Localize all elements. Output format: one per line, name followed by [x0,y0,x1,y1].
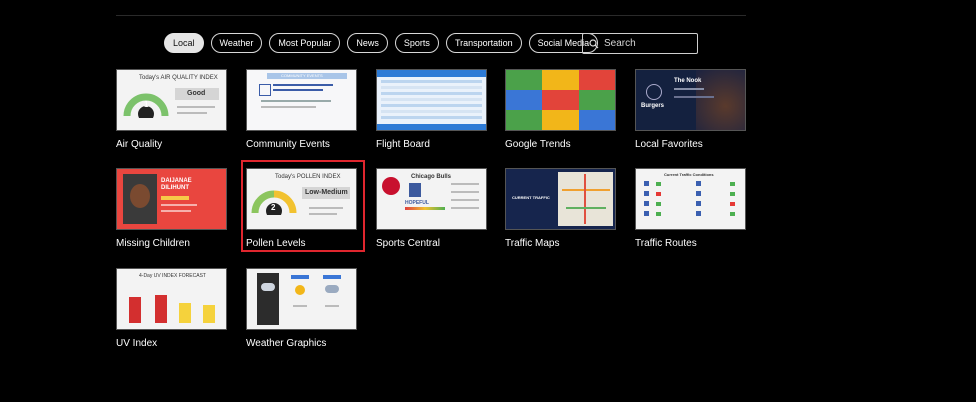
thumbnail-missing-children: DAIJANAE DILIHUNT [116,168,227,230]
filter-most-popular[interactable]: Most Popular [269,33,341,53]
tile-label: Pollen Levels [246,238,306,249]
search-input[interactable] [604,38,692,49]
filter-local[interactable]: Local [164,33,204,53]
tile-label: Traffic Maps [505,238,560,249]
pollen-status: Low-Medium [305,189,348,196]
tile-label: Local Favorites [635,139,703,150]
tile-label: Sports Central [376,238,440,249]
thumbnail-google-trends [505,69,616,131]
thumbnail-sports-central: Chicago Bulls HOPEFUL [376,168,487,230]
search-box[interactable] [582,33,698,54]
thumb-name: DAIJANAE DILIHUNT [161,178,192,191]
thumb-heading: Today's AIR QUALITY INDEX [139,75,218,81]
tile-label: Weather Graphics [246,338,327,349]
thumbnail-local-favorites: Burgers The Nook [635,69,746,131]
thumb-sub: HOPEFUL [405,200,429,206]
tile-traffic-routes[interactable]: Current Traffic Conditions Traffic Route… [635,168,746,249]
thumbnail-community-events: COMMUNITY EVENTS [246,69,357,131]
pollen-value: 2 [271,203,276,212]
tile-label: UV Index [116,338,158,349]
thumbnail-pollen-levels: Today's POLLEN INDEX 2 Low-Medium [246,168,357,230]
tile-label: Air Quality [116,139,163,150]
tile-local-favorites[interactable]: Burgers The Nook Local Favorites [635,69,746,150]
thumb-heading: The Nook [674,78,702,84]
tile-label: Traffic Routes [635,238,697,249]
tile-flight-board[interactable]: Flight Board [376,69,487,150]
tile-label: Missing Children [116,238,190,249]
tile-label: Google Trends [505,139,571,150]
tile-traffic-maps[interactable]: CURRENT TRAFFIC Traffic Maps [505,168,616,249]
filter-weather[interactable]: Weather [210,33,263,53]
tile-label: Community Events [246,139,330,150]
category-filters: Local Weather Most Popular News Sports T… [164,33,605,53]
thumbnail-flight-board [376,69,487,131]
thumbnail-traffic-routes: Current Traffic Conditions [635,168,746,230]
top-divider [116,15,746,16]
thumbnail-air-quality: Today's AIR QUALITY INDEX 1 Good [116,69,227,131]
thumb-heading: Chicago Bulls [411,174,452,180]
tile-community-events[interactable]: COMMUNITY EVENTS Community Events [246,69,357,150]
thumb-heading: COMMUNITY EVENTS [281,73,323,78]
thumb-heading: Today's POLLEN INDEX [275,174,341,180]
tile-uv-index[interactable]: 4-Day UV INDEX FORECAST UV Index [116,268,227,349]
search-icon [589,38,599,48]
aqi-status: Good [187,90,206,97]
thumb-heading: Current Traffic Conditions [664,172,714,177]
tile-label: Flight Board [376,139,430,150]
tile-pollen-levels[interactable]: Today's POLLEN INDEX 2 Low-Medium Pollen… [246,168,357,249]
tile-missing-children[interactable]: DAIJANAE DILIHUNT Missing Children [116,168,227,249]
aqi-value: 1 [144,100,149,109]
thumbnail-traffic-maps: CURRENT TRAFFIC [505,168,616,230]
thumb-heading: 4-Day UV INDEX FORECAST [139,273,206,279]
filter-news[interactable]: News [347,33,388,53]
thumbnail-weather-graphics [246,268,357,330]
thumb-sub: Burgers [641,103,665,109]
tile-google-trends[interactable]: Google Trends [505,69,616,150]
thumb-heading: CURRENT TRAFFIC [512,195,550,200]
filter-transportation[interactable]: Transportation [445,33,522,53]
tile-weather-graphics[interactable]: Weather Graphics [246,268,357,349]
tile-sports-central[interactable]: Chicago Bulls HOPEFUL Sports Central [376,168,487,249]
filter-sports[interactable]: Sports [394,33,439,53]
thumbnail-uv-index: 4-Day UV INDEX FORECAST [116,268,227,330]
tile-air-quality[interactable]: Today's AIR QUALITY INDEX 1 Good Air Qua… [116,69,227,150]
